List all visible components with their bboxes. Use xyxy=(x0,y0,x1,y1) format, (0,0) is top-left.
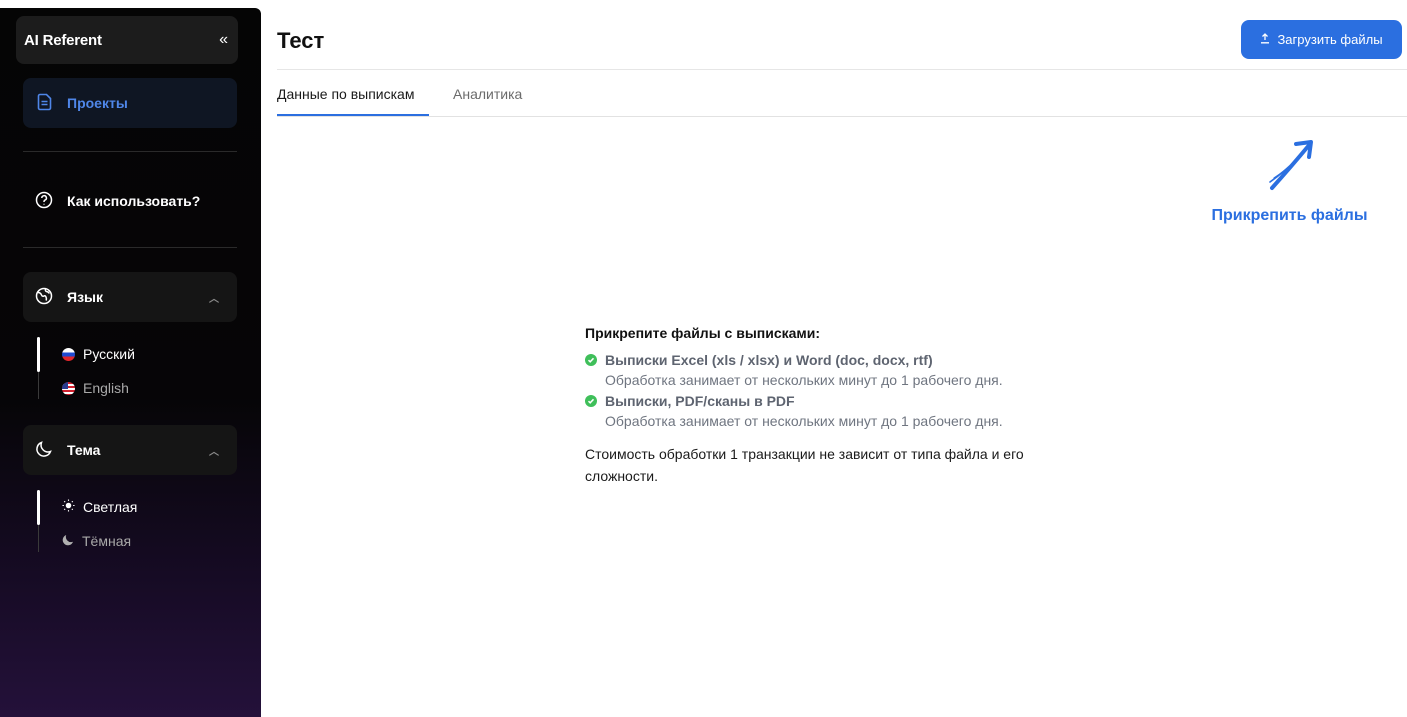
chevron-up-icon: ︿ xyxy=(209,446,219,458)
list-item: Выписки, PDF/сканы в PDF Обработка заним… xyxy=(585,393,1105,429)
sidebar-divider xyxy=(23,247,237,248)
sidebar-header: AI Referent « xyxy=(16,16,238,64)
active-indicator xyxy=(37,490,40,525)
list-item: Выписки Excel (xls / xlsx) и Word (doc, … xyxy=(585,352,1105,388)
sidebar-item-howto[interactable]: Как использовать? xyxy=(23,176,237,226)
check-circle-icon xyxy=(585,354,597,366)
flag-ru-icon xyxy=(62,347,75,361)
chevron-up-icon: ︿ xyxy=(209,293,219,305)
sidebar-item-label: Проекты xyxy=(67,95,128,111)
moon-outline-icon xyxy=(35,440,53,461)
item-title: Выписки Excel (xls / xlsx) и Word (doc, … xyxy=(605,352,933,368)
document-icon xyxy=(37,93,53,114)
sun-icon xyxy=(62,499,75,515)
language-section-toggle[interactable]: Язык ︿ xyxy=(23,272,237,322)
flag-us-icon xyxy=(62,381,75,395)
item-description: Обработка занимает от нескольких минут д… xyxy=(605,372,1003,388)
theme-label: Тема xyxy=(67,442,101,458)
sidebar-item-label: Как использовать? xyxy=(67,193,201,209)
moon-icon xyxy=(62,533,74,549)
active-indicator xyxy=(37,337,40,372)
upload-button-label: Загрузить файлы xyxy=(1277,32,1383,47)
upload-instructions: Прикрепите файлы с выписками: Выписки Ex… xyxy=(585,325,1105,487)
theme-option-dark[interactable]: Тёмная xyxy=(62,533,131,549)
theme-option-light[interactable]: Светлая xyxy=(62,499,137,515)
page-title: Тест xyxy=(277,28,325,53)
option-label: Тёмная xyxy=(82,533,132,549)
question-circle-icon xyxy=(35,191,53,212)
arrow-up-right-icon xyxy=(1207,138,1372,199)
check-circle-icon xyxy=(585,395,597,407)
collapse-sidebar-icon[interactable]: « xyxy=(219,31,228,49)
option-label: English xyxy=(83,380,129,396)
pricing-note: Стоимость обработки 1 транзакции не зави… xyxy=(585,446,1024,484)
tab-analytics[interactable]: Аналитика xyxy=(453,86,522,102)
globe-icon xyxy=(35,287,53,308)
sidebar-divider xyxy=(23,151,237,152)
language-option-russian[interactable]: Русский xyxy=(62,346,135,362)
tabs-divider xyxy=(277,116,1407,117)
language-label: Язык xyxy=(67,289,103,305)
attach-files-hint: Прикрепить файлы xyxy=(1207,138,1372,225)
option-label: Светлая xyxy=(83,499,138,515)
item-description: Обработка занимает от нескольких минут д… xyxy=(605,413,1003,429)
sidebar-item-projects[interactable]: Проекты xyxy=(23,78,237,128)
upload-files-button[interactable]: Загрузить файлы xyxy=(1241,20,1402,59)
theme-section-toggle[interactable]: Тема ︿ xyxy=(23,425,237,475)
sidebar: AI Referent « Проекты Как использовать? xyxy=(0,8,261,717)
app-title: AI Referent xyxy=(24,31,102,49)
upload-icon xyxy=(1260,32,1270,47)
language-option-english[interactable]: English xyxy=(62,380,129,396)
item-title: Выписки, PDF/сканы в PDF xyxy=(605,393,795,409)
header-divider xyxy=(277,69,1407,70)
option-label: Русский xyxy=(83,346,135,362)
tab-statement-data[interactable]: Данные по выпискам xyxy=(277,86,414,102)
instructions-heading: Прикрепите файлы с выписками: xyxy=(585,325,821,341)
attach-files-label: Прикрепить файлы xyxy=(1211,207,1368,224)
